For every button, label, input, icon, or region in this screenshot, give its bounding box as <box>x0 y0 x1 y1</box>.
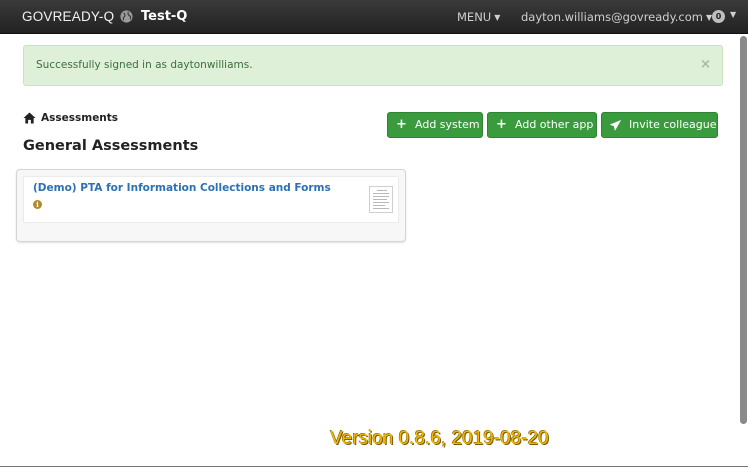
info-icon[interactable]: i <box>33 200 42 209</box>
plus-icon: + <box>396 117 407 132</box>
version-label: Version 0.8.6, 2019-08-20 <box>330 428 549 449</box>
plus-icon: + <box>496 117 507 132</box>
globe-icon <box>120 10 133 23</box>
paper-plane-icon <box>609 113 622 140</box>
user-email: dayton.williams@govready.com <box>521 10 703 24</box>
footer-divider <box>0 466 748 467</box>
invite-colleague-label: Invite colleague <box>629 118 717 131</box>
add-system-button[interactable]: + Add system <box>387 112 483 138</box>
success-alert: Successfully signed in as daytonwilliams… <box>23 45 723 86</box>
top-navbar: GOVREADY-Q Test-Q MENU ▼ dayton.williams@… <box>0 0 748 34</box>
add-other-app-label: Add other app <box>515 118 594 131</box>
user-dropdown[interactable]: dayton.williams@govready.com ▼ <box>521 10 712 24</box>
close-icon[interactable]: × <box>700 57 711 72</box>
add-other-app-button[interactable]: + Add other app <box>487 112 597 138</box>
page-title: General Assessments <box>23 138 199 154</box>
vertical-scrollbar[interactable] <box>740 36 747 424</box>
assessment-title-link[interactable]: (Demo) PTA for Information Collections a… <box>33 182 331 194</box>
document-thumbnail-icon[interactable] <box>369 186 393 213</box>
assessments-panel: (Demo) PTA for Information Collections a… <box>16 169 406 242</box>
menu-dropdown[interactable]: MENU ▼ <box>457 10 500 24</box>
alert-message: Successfully signed in as daytonwilliams… <box>36 59 253 71</box>
chevron-down-icon[interactable]: ▼ <box>730 10 736 19</box>
notifications-badge[interactable]: 0 <box>712 10 725 23</box>
home-icon <box>23 112 36 124</box>
breadcrumb-label: Assessments <box>41 112 119 124</box>
assessment-card[interactable]: (Demo) PTA for Information Collections a… <box>23 176 399 223</box>
org-name[interactable]: Test-Q <box>141 9 187 24</box>
chevron-down-icon: ▼ <box>494 13 501 22</box>
menu-label: MENU <box>457 10 492 24</box>
add-system-label: Add system <box>415 118 480 131</box>
brand-logo[interactable]: GOVREADY-Q <box>22 9 114 24</box>
invite-colleague-button[interactable]: Invite colleague <box>601 112 718 138</box>
